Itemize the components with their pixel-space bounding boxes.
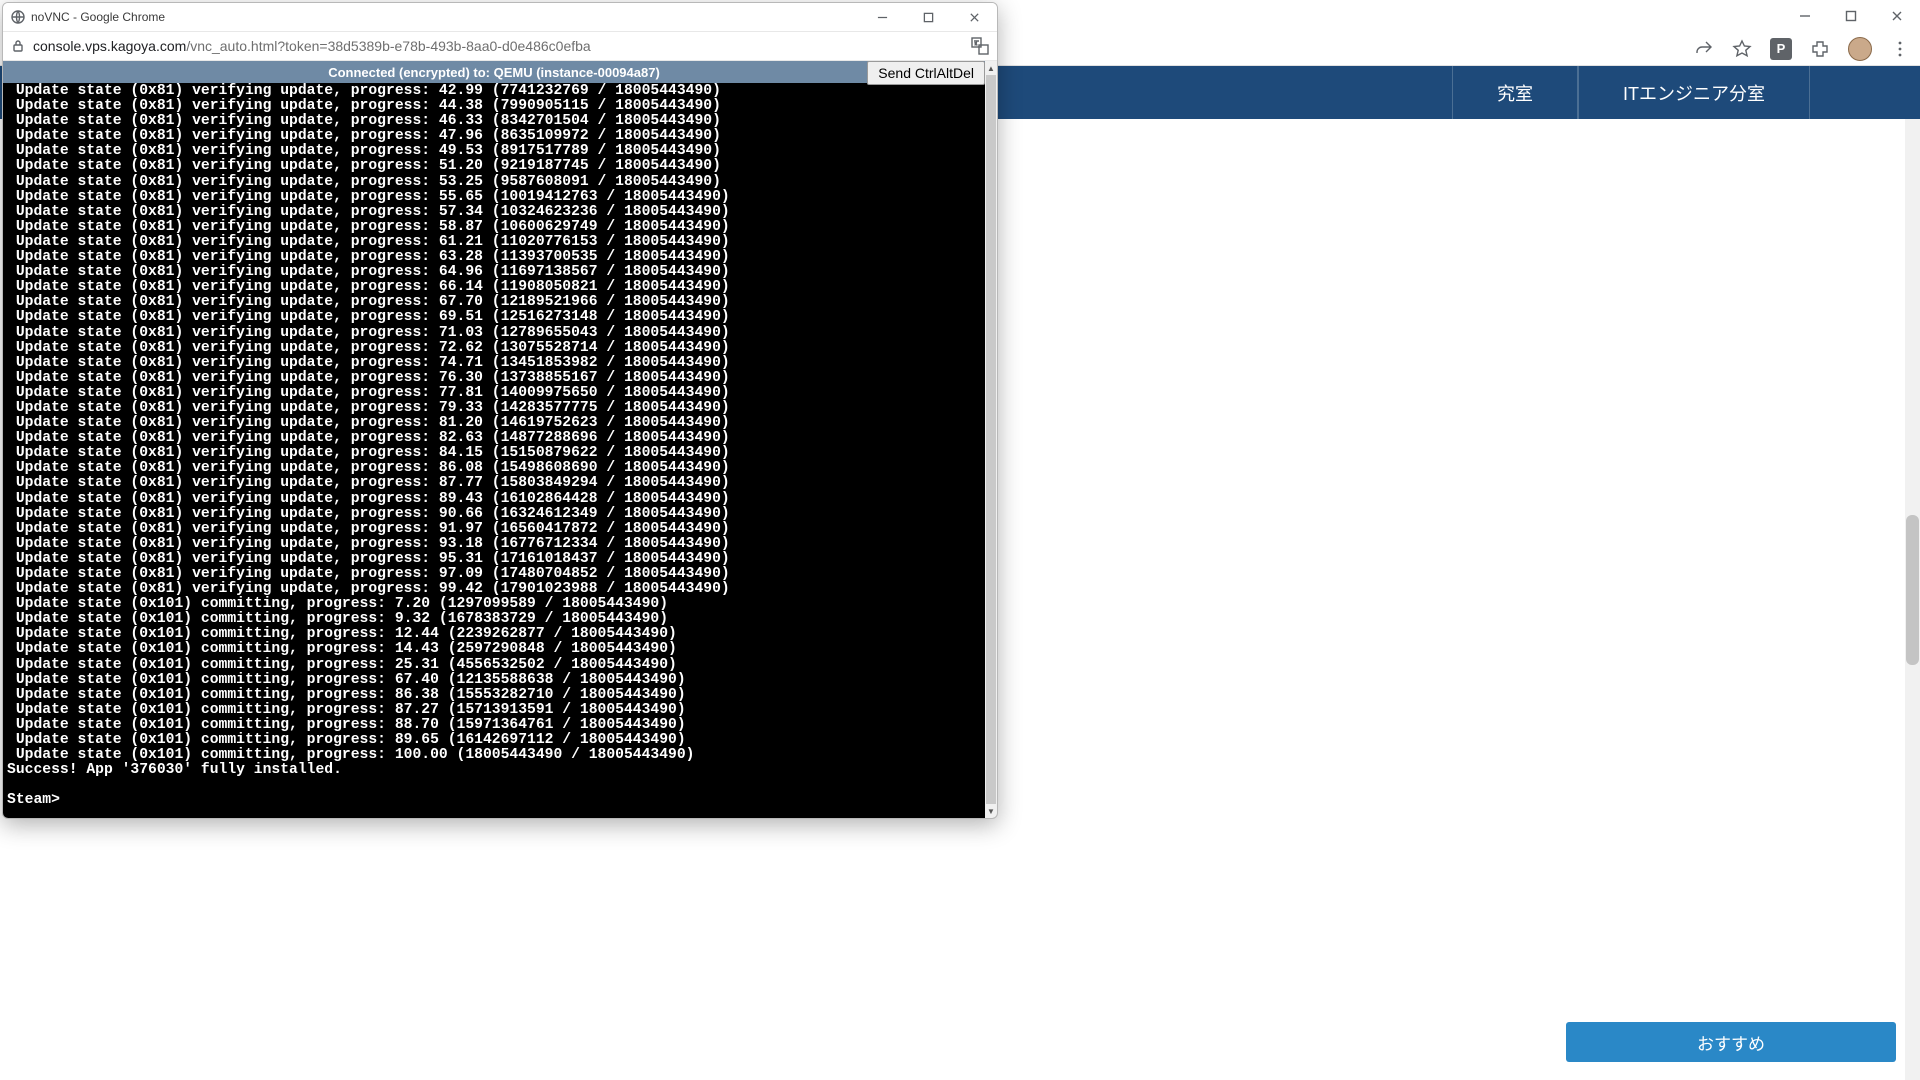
send-ctrlaltdel-button[interactable]: Send CtrlAltDel [867, 61, 985, 85]
bookmark-star-icon[interactable] [1732, 39, 1752, 59]
profile-avatar[interactable] [1848, 37, 1872, 61]
scroll-up-icon[interactable]: ▲ [985, 61, 997, 75]
vnc-scrollbar-thumb[interactable] [986, 75, 996, 804]
minimize-icon[interactable] [1782, 0, 1828, 32]
popup-titlebar[interactable]: noVNC - Google Chrome [3, 3, 997, 31]
share-icon[interactable] [1694, 39, 1714, 59]
url-path: /vnc_auto.html?token=38d5389b-e78b-493b-… [186, 38, 590, 54]
nav-item-lab[interactable]: 究室 [1452, 66, 1578, 119]
lock-icon [11, 39, 25, 53]
recommend-button[interactable]: おすすめ [1566, 1022, 1896, 1062]
vnc-canvas-area: Connected (encrypted) to: QEMU (instance… [3, 61, 997, 818]
popup-minimize-icon[interactable] [859, 3, 905, 31]
vnc-status-bar: Connected (encrypted) to: QEMU (instance… [3, 61, 985, 83]
popup-url: console.vps.kagoya.com/vnc_auto.html?tok… [33, 38, 591, 54]
nav-item-engineer[interactable]: ITエンジニア分室 [1578, 66, 1810, 119]
popup-address-bar[interactable]: console.vps.kagoya.com/vnc_auto.html?tok… [3, 31, 997, 61]
page-scrollbar[interactable] [1905, 119, 1920, 1080]
scroll-down-icon[interactable]: ▼ [985, 804, 997, 818]
kebab-menu-icon[interactable] [1890, 39, 1910, 59]
vnc-scrollbar[interactable]: ▲ ▼ [985, 61, 997, 818]
globe-icon [11, 10, 25, 24]
popup-maximize-icon[interactable] [905, 3, 951, 31]
popup-title: noVNC - Google Chrome [31, 10, 165, 24]
page-scrollbar-thumb[interactable] [1906, 515, 1919, 665]
translate-icon[interactable] [971, 37, 989, 55]
popup-window: noVNC - Google Chrome console.vps.kagoya… [2, 2, 998, 819]
close-icon[interactable] [1874, 0, 1920, 32]
extension-p-badge[interactable]: P [1770, 38, 1792, 60]
terminal-output[interactable]: Update state (0x81) verifying update, pr… [3, 83, 985, 818]
maximize-icon[interactable] [1828, 0, 1874, 32]
popup-close-icon[interactable] [951, 3, 997, 31]
url-host: console.vps.kagoya.com [33, 38, 186, 54]
extensions-puzzle-icon[interactable] [1810, 39, 1830, 59]
